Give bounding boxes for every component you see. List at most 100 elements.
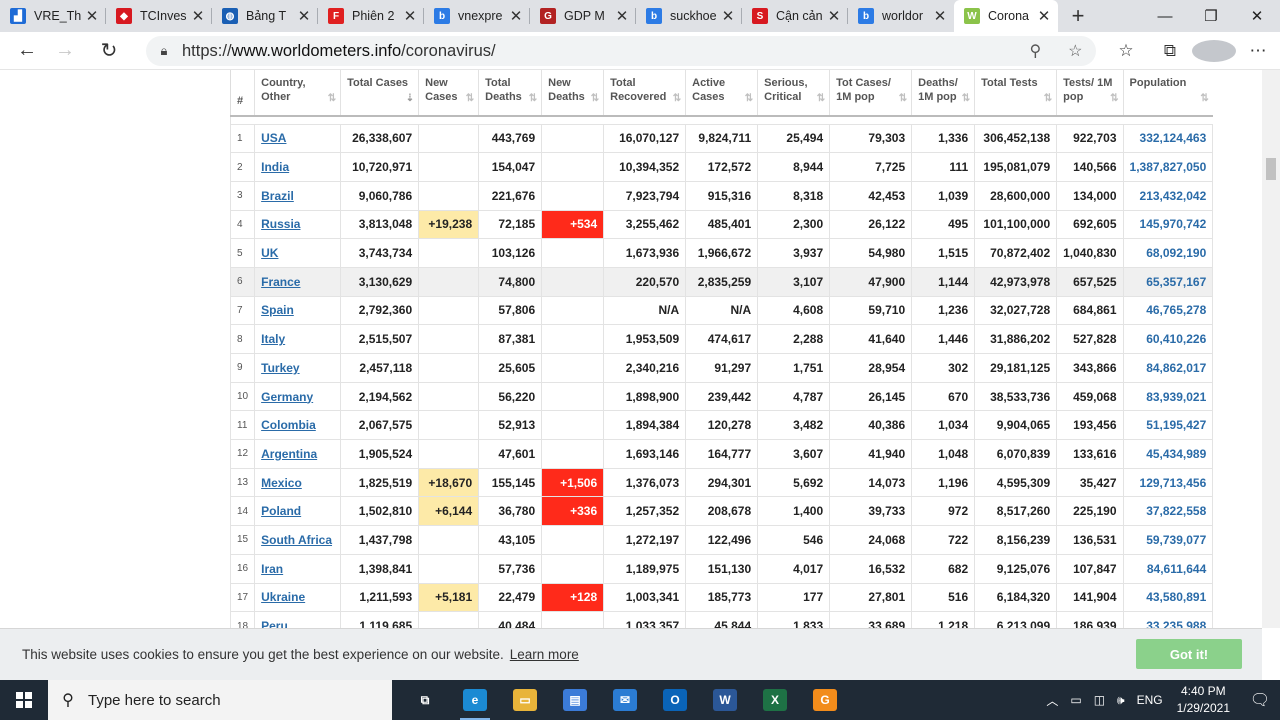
country-link[interactable]: South Africa xyxy=(261,533,332,547)
browser-tab[interactable]: ▟ VRE_Th ✕ xyxy=(0,0,106,32)
browser-tab[interactable]: b suckhoe ✕ xyxy=(636,0,742,32)
column-header[interactable]: Tests/ 1M pop ⇅ xyxy=(1056,70,1124,117)
sort-icon[interactable]: ⇅ xyxy=(591,92,599,106)
browser-tab[interactable]: W Corona ✕ xyxy=(954,0,1058,32)
country-link[interactable]: Argentina xyxy=(261,447,317,461)
browser-tab[interactable]: F Phiên 2 ✕ xyxy=(318,0,424,32)
column-header[interactable]: New Deaths ⇅ xyxy=(541,70,604,117)
column-header[interactable]: Total Recovered ⇅ xyxy=(603,70,686,117)
sort-icon[interactable]: ⇅ xyxy=(1044,92,1052,106)
country-link[interactable]: Ukraine xyxy=(261,590,305,604)
column-header[interactable]: Total Deaths ⇅ xyxy=(478,70,542,117)
country-link[interactable]: Turkey xyxy=(261,361,299,375)
sort-icon[interactable]: ⇅ xyxy=(466,92,474,106)
tab-close-icon[interactable]: ✕ xyxy=(190,7,206,25)
forward-button[interactable]: → xyxy=(46,32,84,70)
clock[interactable]: 4:40 PM 1/29/2021 xyxy=(1177,683,1230,717)
country-link[interactable]: Iran xyxy=(261,562,283,576)
sort-icon[interactable]: ⇅ xyxy=(328,92,336,106)
browser-tab[interactable]: b vnexpre ✕ xyxy=(424,0,530,32)
learn-more-link[interactable]: Learn more xyxy=(510,647,579,662)
country-link[interactable]: USA xyxy=(261,131,286,145)
add-favorite-icon[interactable]: ☆ xyxy=(1068,41,1082,61)
more-menu-icon[interactable]: ⋯ xyxy=(1236,41,1280,61)
country-link[interactable]: Colombia xyxy=(261,418,316,432)
column-header[interactable]: Tot Cases/ 1M pop ⇅ xyxy=(829,70,912,117)
sort-icon[interactable]: ⇅ xyxy=(1200,92,1208,106)
taskbar-word-button[interactable]: W xyxy=(700,680,750,720)
taskbar-mail-button[interactable]: ✉ xyxy=(600,680,650,720)
country-link[interactable]: Spain xyxy=(261,303,294,317)
column-header[interactable]: Deaths/ 1M pop ⇅ xyxy=(911,70,975,117)
restore-icon[interactable]: ❐ xyxy=(1188,0,1234,32)
tab-close-icon[interactable]: ✕ xyxy=(84,7,100,25)
sort-icon[interactable]: ⇅ xyxy=(962,92,970,106)
back-button[interactable]: ← xyxy=(8,32,46,70)
taskbar-app-button[interactable]: G xyxy=(800,680,850,720)
column-header[interactable]: Serious, Critical ⇅ xyxy=(757,70,830,117)
country-link[interactable]: Italy xyxy=(261,332,285,346)
sort-icon[interactable]: ⇅ xyxy=(817,92,825,106)
country-link[interactable]: Russia xyxy=(261,217,300,231)
sort-icon[interactable]: ⇅ xyxy=(673,92,681,106)
tab-close-icon[interactable]: ✕ xyxy=(1036,7,1052,25)
tab-close-icon[interactable]: ✕ xyxy=(508,7,524,25)
page-scrollbar[interactable] xyxy=(1262,70,1280,628)
column-header[interactable]: Total Cases ⇣ xyxy=(340,70,419,117)
browser-tab[interactable]: G GDP M ✕ xyxy=(530,0,636,32)
taskbar-store-button[interactable]: ▤ xyxy=(550,680,600,720)
lock-icon[interactable]: 🔒︎ xyxy=(146,43,182,59)
scrollbar-thumb[interactable] xyxy=(1266,158,1276,180)
country-link[interactable]: Brazil xyxy=(261,189,294,203)
taskbar-search[interactable]: ⚲ Type here to search xyxy=(48,680,392,720)
profile-button[interactable] xyxy=(1192,40,1236,62)
country-link[interactable]: Peru xyxy=(261,619,288,628)
zoom-search-icon[interactable]: ⚲ xyxy=(1029,41,1041,61)
taskbar-task-view-button[interactable]: ⧉ xyxy=(400,680,450,720)
sort-icon[interactable]: ⇅ xyxy=(899,92,907,106)
column-header[interactable]: Population ⇅ xyxy=(1122,70,1213,117)
country-link[interactable]: UK xyxy=(261,246,278,260)
favorites-icon[interactable]: ☆ xyxy=(1104,41,1148,61)
tab-close-icon[interactable]: ✕ xyxy=(614,7,630,25)
column-header[interactable]: Country, Other ⇅ xyxy=(254,70,341,117)
got-it-button[interactable]: Got it! xyxy=(1136,639,1242,669)
sort-icon[interactable]: ⇅ xyxy=(745,92,753,106)
country-link[interactable]: India xyxy=(261,160,289,174)
new-tab-button[interactable]: + xyxy=(1058,0,1098,32)
tab-close-icon[interactable]: ✕ xyxy=(296,7,312,25)
browser-tab[interactable]: S Cận cản ✕ xyxy=(742,0,848,32)
tab-close-icon[interactable]: ✕ xyxy=(932,7,948,25)
url-text[interactable]: https://www.worldometers.info/coronaviru… xyxy=(182,42,1016,61)
collections-icon[interactable]: ⧉ xyxy=(1148,41,1192,61)
browser-tab[interactable]: ◆ TCInves ✕ xyxy=(106,0,212,32)
column-header[interactable]: Active Cases ⇅ xyxy=(685,70,758,117)
start-button[interactable] xyxy=(0,680,48,720)
country-link[interactable]: Germany xyxy=(261,390,313,404)
chevron-up-icon[interactable]: ︿ xyxy=(1046,692,1058,709)
country-link[interactable]: Poland xyxy=(261,504,301,518)
taskbar-outlook-button[interactable]: O xyxy=(650,680,700,720)
volume-icon[interactable]: 🕪︎ xyxy=(1117,693,1125,708)
address-bar[interactable]: 🔒︎ https://www.worldometers.info/coronav… xyxy=(146,36,1096,66)
tab-close-icon[interactable]: ✕ xyxy=(720,7,736,25)
taskbar-excel-button[interactable]: X xyxy=(750,680,800,720)
sort-icon[interactable]: ⇣ xyxy=(406,92,414,106)
notifications-icon[interactable]: 🗨︎ xyxy=(1240,680,1280,720)
battery-icon[interactable]: ▭ xyxy=(1070,693,1081,707)
taskbar-file-explorer-button[interactable]: ▭ xyxy=(500,680,550,720)
column-header[interactable]: New Cases ⇅ xyxy=(418,70,479,117)
tab-close-icon[interactable]: ✕ xyxy=(402,7,418,25)
country-link[interactable]: Mexico xyxy=(261,476,302,490)
refresh-button[interactable]: ↻ xyxy=(90,32,128,70)
column-header[interactable]: Total Tests ⇅ xyxy=(974,70,1057,117)
language-indicator[interactable]: ENG xyxy=(1137,693,1163,707)
country-link[interactable]: France xyxy=(261,275,300,289)
browser-tab[interactable]: ◍ Bảng T ✕ xyxy=(212,0,318,32)
close-window-icon[interactable]: ✕ xyxy=(1234,0,1280,32)
network-icon[interactable]: ◫ xyxy=(1094,693,1105,707)
sort-icon[interactable]: ⇅ xyxy=(529,92,537,106)
sort-icon[interactable]: ⇅ xyxy=(1110,92,1118,106)
minimize-icon[interactable]: — xyxy=(1142,0,1188,32)
taskbar-edge-button[interactable]: e xyxy=(450,680,500,720)
